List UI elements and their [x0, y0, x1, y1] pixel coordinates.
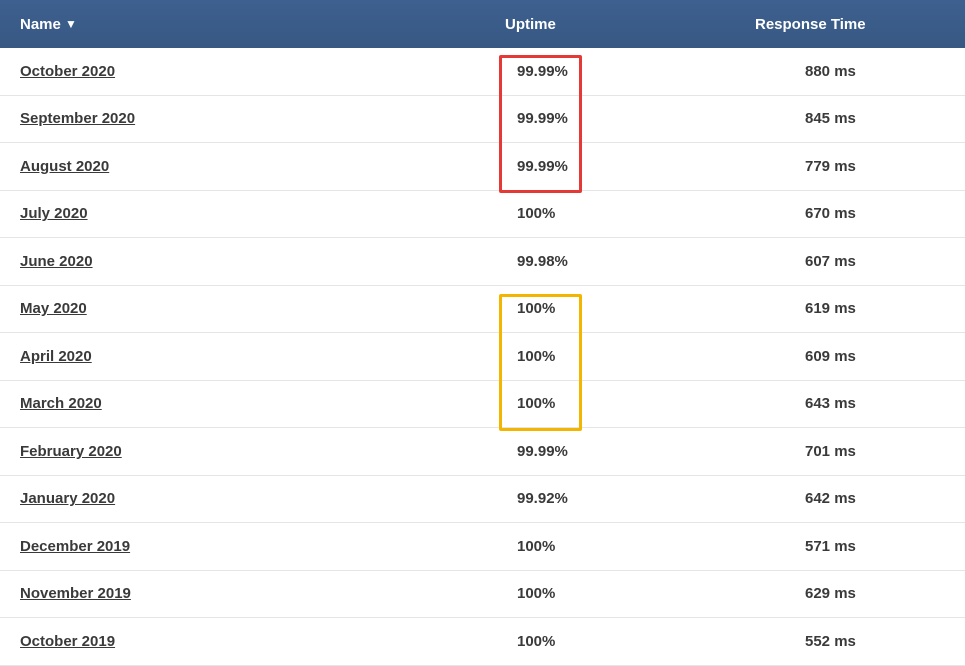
- cell-uptime: 99.99%: [505, 158, 755, 175]
- cell-response: 701 ms: [755, 443, 965, 460]
- cell-name: April 2020: [0, 348, 505, 365]
- cell-uptime: 99.99%: [505, 443, 755, 460]
- table-row: November 2019 100%629 ms: [0, 571, 965, 619]
- cell-name: December 2019: [0, 538, 505, 555]
- month-link[interactable]: May 2020: [20, 300, 87, 317]
- cell-uptime: 99.99%: [505, 63, 755, 80]
- table-header: Name ▼ Uptime Response Time: [0, 0, 965, 48]
- cell-name: July 2020: [0, 205, 505, 222]
- uptime-table: Name ▼ Uptime Response Time October 2020…: [0, 0, 965, 666]
- table-row: May 2020 100%619 ms: [0, 286, 965, 334]
- cell-response: 643 ms: [755, 395, 965, 412]
- cell-name: November 2019: [0, 585, 505, 602]
- cell-uptime: 100%: [505, 538, 755, 555]
- cell-response: 779 ms: [755, 158, 965, 175]
- header-uptime[interactable]: Uptime: [505, 16, 755, 33]
- cell-response: 552 ms: [755, 633, 965, 650]
- month-link[interactable]: April 2020: [20, 348, 92, 365]
- table-row: October 2020 99.99%880 ms: [0, 48, 965, 96]
- month-link[interactable]: June 2020: [20, 253, 93, 270]
- cell-name: May 2020: [0, 300, 505, 317]
- cell-response: 880 ms: [755, 63, 965, 80]
- cell-name: October 2019: [0, 633, 505, 650]
- cell-name: August 2020: [0, 158, 505, 175]
- cell-uptime: 100%: [505, 585, 755, 602]
- table-row: June 2020 99.98%607 ms: [0, 238, 965, 286]
- cell-name: January 2020: [0, 490, 505, 507]
- table-row: February 2020 99.99%701 ms: [0, 428, 965, 476]
- month-link[interactable]: November 2019: [20, 585, 131, 602]
- cell-response: 571 ms: [755, 538, 965, 555]
- table-row: October 2019 100%552 ms: [0, 618, 965, 666]
- cell-uptime: 100%: [505, 205, 755, 222]
- table-row: December 2019 100%571 ms: [0, 523, 965, 571]
- table-row: March 2020 100%643 ms: [0, 381, 965, 429]
- cell-uptime: 100%: [505, 633, 755, 650]
- cell-name: September 2020: [0, 110, 505, 127]
- month-link[interactable]: October 2019: [20, 633, 115, 650]
- cell-uptime: 99.99%: [505, 110, 755, 127]
- cell-response: 607 ms: [755, 253, 965, 270]
- table-row: September 2020 99.99%845 ms: [0, 96, 965, 144]
- header-response[interactable]: Response Time: [755, 16, 965, 33]
- month-link[interactable]: December 2019: [20, 538, 130, 555]
- cell-uptime: 100%: [505, 395, 755, 412]
- cell-name: February 2020: [0, 443, 505, 460]
- cell-response: 670 ms: [755, 205, 965, 222]
- table-row: April 2020 100%609 ms: [0, 333, 965, 381]
- cell-name: October 2020: [0, 63, 505, 80]
- cell-uptime: 100%: [505, 348, 755, 365]
- header-name-label: Name: [20, 16, 61, 33]
- table-body: October 202099.99%880 msSeptember 202099…: [0, 48, 965, 666]
- header-name[interactable]: Name ▼: [0, 16, 505, 33]
- cell-uptime: 99.92%: [505, 490, 755, 507]
- header-response-label: Response Time: [755, 16, 866, 33]
- cell-name: March 2020: [0, 395, 505, 412]
- cell-response: 609 ms: [755, 348, 965, 365]
- month-link[interactable]: October 2020: [20, 63, 115, 80]
- month-link[interactable]: March 2020: [20, 395, 102, 412]
- month-link[interactable]: January 2020: [20, 490, 115, 507]
- month-link[interactable]: February 2020: [20, 443, 122, 460]
- table-row: August 2020 99.99%779 ms: [0, 143, 965, 191]
- cell-response: 642 ms: [755, 490, 965, 507]
- cell-response: 629 ms: [755, 585, 965, 602]
- table-row: July 2020 100%670 ms: [0, 191, 965, 239]
- month-link[interactable]: July 2020: [20, 205, 88, 222]
- cell-name: June 2020: [0, 253, 505, 270]
- month-link[interactable]: August 2020: [20, 158, 109, 175]
- month-link[interactable]: September 2020: [20, 110, 135, 127]
- cell-response: 845 ms: [755, 110, 965, 127]
- cell-uptime: 100%: [505, 300, 755, 317]
- cell-response: 619 ms: [755, 300, 965, 317]
- header-uptime-label: Uptime: [505, 16, 556, 33]
- table-row: January 2020 99.92%642 ms: [0, 476, 965, 524]
- cell-uptime: 99.98%: [505, 253, 755, 270]
- sort-desc-icon: ▼: [65, 17, 77, 31]
